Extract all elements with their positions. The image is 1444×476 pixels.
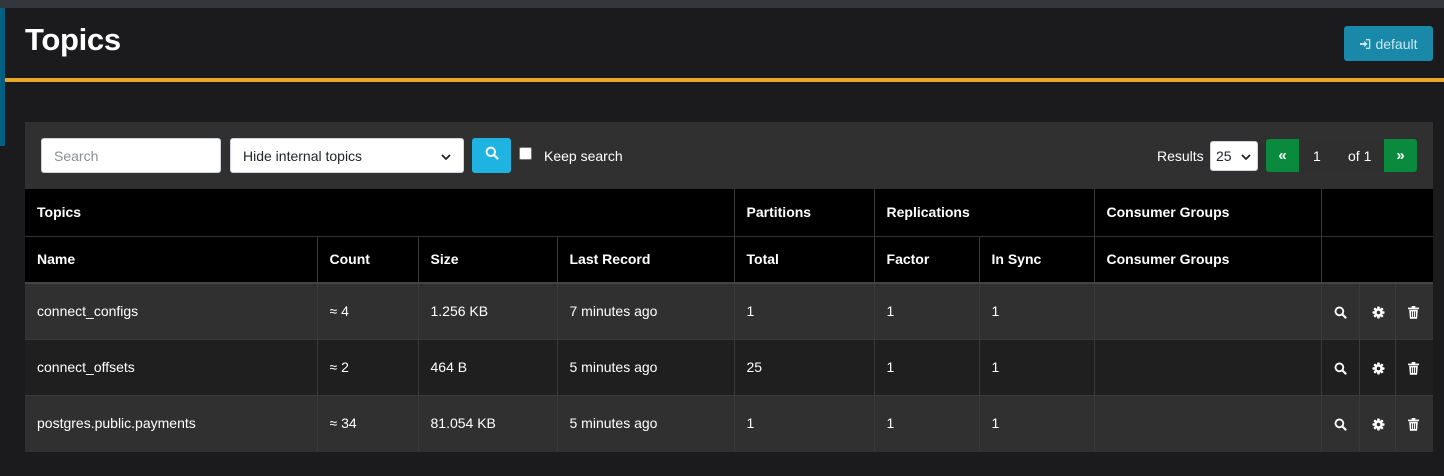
column-consumer-groups[interactable]: Consumer Groups (1093, 235, 1322, 284)
configure-topic-button[interactable] (1358, 338, 1396, 395)
cluster-button[interactable]: default (1344, 26, 1433, 61)
view-topic-button[interactable] (1320, 282, 1360, 339)
pagination-current-page: 1 (1313, 148, 1321, 164)
topic-last-record: 5 minutes ago (556, 338, 735, 395)
topic-name[interactable]: connect_configs (25, 282, 317, 339)
pagination-status: 1 of 1 (1299, 139, 1384, 172)
replication-in-sync: 1 (978, 282, 1095, 339)
topics-table: Topics Partitions Replications Consumer … (25, 189, 1434, 451)
chevron-down-icon (441, 148, 451, 164)
search-icon (1334, 359, 1347, 375)
group-topics: Topics (25, 189, 735, 236)
table-column-header: Name Count Size Last Record Total Factor… (25, 235, 1434, 284)
gear-icon (1371, 415, 1385, 431)
column-in-sync[interactable]: In Sync (978, 235, 1095, 284)
table-row[interactable]: postgres.public.payments ≈ 34 81.054 KB … (25, 394, 1434, 451)
delete-topic-button[interactable] (1394, 282, 1434, 339)
replication-factor: 1 (873, 338, 980, 395)
trash-icon (1407, 415, 1419, 431)
topic-size: 81.054 KB (417, 394, 557, 451)
page-size-select[interactable]: 25 (1210, 141, 1258, 171)
page-size-value: 25 (1216, 148, 1232, 164)
partitions-total: 1 (733, 282, 875, 339)
column-actions (1320, 235, 1434, 284)
column-count[interactable]: Count (316, 235, 418, 284)
keep-search-checkbox[interactable] (519, 147, 532, 160)
topic-count: ≈ 2 (316, 338, 418, 395)
search-button[interactable] (472, 138, 511, 173)
view-topic-button[interactable] (1320, 338, 1360, 395)
topic-name[interactable]: postgres.public.payments (25, 394, 317, 451)
delete-topic-button[interactable] (1394, 338, 1434, 395)
pagination-next-button[interactable]: » (1384, 139, 1417, 172)
sign-in-icon (1359, 38, 1371, 50)
topic-name[interactable]: connect_offsets (25, 338, 317, 395)
topic-filter-select[interactable]: Hide internal topics (230, 138, 464, 173)
group-replications: Replications (873, 189, 1095, 236)
gear-icon (1371, 359, 1385, 375)
replication-in-sync: 1 (978, 394, 1095, 451)
header-divider (5, 78, 1444, 82)
trash-icon (1407, 303, 1419, 319)
replication-in-sync: 1 (978, 338, 1095, 395)
table-group-header: Topics Partitions Replications Consumer … (25, 189, 1434, 236)
topic-consumer-groups (1093, 394, 1322, 451)
search-icon (1334, 303, 1347, 319)
topic-count: ≈ 34 (316, 394, 418, 451)
results-label: Results (1157, 148, 1204, 164)
column-total[interactable]: Total (733, 235, 875, 284)
replication-factor: 1 (873, 394, 980, 451)
partitions-total: 25 (733, 338, 875, 395)
topic-consumer-groups (1093, 338, 1322, 395)
search-input[interactable] (41, 138, 221, 173)
column-factor[interactable]: Factor (873, 235, 980, 284)
trash-icon (1407, 359, 1419, 375)
window-top-bar (0, 0, 1444, 8)
column-last-record[interactable]: Last Record (556, 235, 735, 284)
pagination-total: of 1 (1348, 148, 1372, 164)
table-row[interactable]: connect_offsets ≈ 2 464 B 5 minutes ago … (25, 338, 1434, 395)
gear-icon (1371, 303, 1385, 319)
search-icon (485, 146, 499, 165)
group-actions (1320, 189, 1434, 236)
pagination-prev-button[interactable]: « (1266, 139, 1299, 172)
chevron-down-icon (1241, 148, 1251, 164)
delete-topic-button[interactable] (1394, 394, 1434, 451)
table-row[interactable]: connect_configs ≈ 4 1.256 KB 7 minutes a… (25, 282, 1434, 339)
search-icon (1334, 415, 1347, 431)
group-consumer-groups: Consumer Groups (1093, 189, 1322, 236)
page-title: Topics (25, 22, 121, 57)
topic-size: 1.256 KB (417, 282, 557, 339)
cluster-button-label: default (1375, 35, 1418, 52)
partitions-total: 1 (733, 394, 875, 451)
replication-factor: 1 (873, 282, 980, 339)
column-size[interactable]: Size (417, 235, 557, 284)
toolbar: Hide internal topics Keep search Results… (25, 122, 1433, 189)
topic-consumer-groups (1093, 282, 1322, 339)
keep-search-label: Keep search (544, 148, 623, 164)
page-header: Topics default (5, 8, 1444, 78)
view-topic-button[interactable] (1320, 394, 1360, 451)
group-partitions: Partitions (733, 189, 875, 236)
column-name[interactable]: Name (25, 235, 317, 284)
topic-count: ≈ 4 (316, 282, 418, 339)
configure-topic-button[interactable] (1358, 394, 1396, 451)
topic-last-record: 5 minutes ago (556, 394, 735, 451)
topic-filter-value: Hide internal topics (243, 147, 363, 164)
topic-last-record: 7 minutes ago (556, 282, 735, 339)
topic-size: 464 B (417, 338, 557, 395)
configure-topic-button[interactable] (1358, 282, 1396, 339)
topics-panel: Hide internal topics Keep search Results… (25, 122, 1434, 452)
